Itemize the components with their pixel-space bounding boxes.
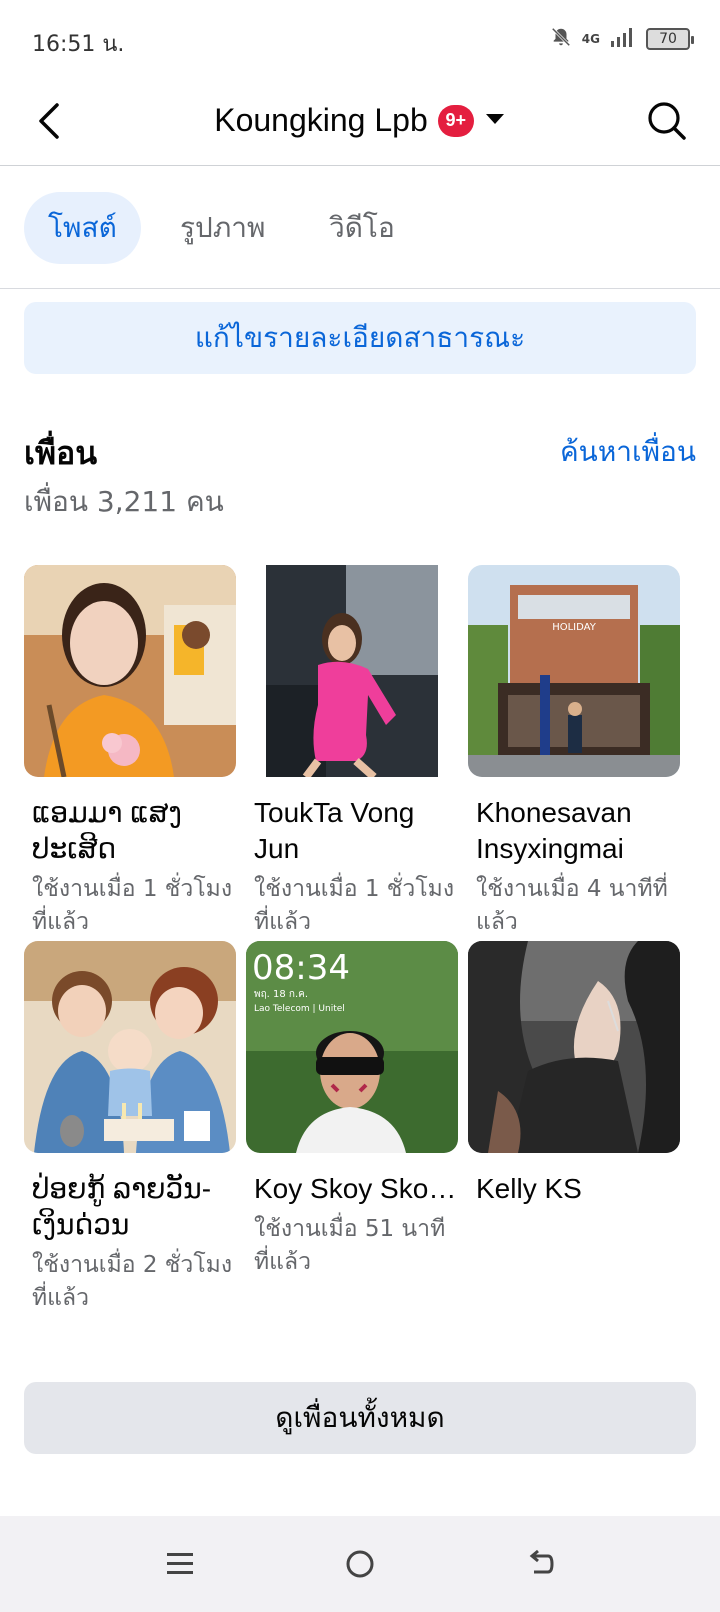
friend-photo[interactable] bbox=[246, 565, 458, 777]
find-friends-link[interactable]: ค้นหาเพื่อน bbox=[560, 430, 696, 474]
lockscreen-clock: 08:34 bbox=[252, 948, 350, 988]
friend-active-status: ใช้งานเมื่อ 1 ชั่วโมงที่แล้ว bbox=[32, 876, 233, 935]
menu-lines-icon bbox=[167, 1553, 193, 1574]
recent-apps-button[interactable] bbox=[156, 1540, 204, 1588]
friend-card[interactable]: ToukTa Vong Jun ใช้งานเมื่อ 1 ชั่วโมงที่… bbox=[246, 565, 458, 939]
friend-card[interactable]: HOLIDAY Khonesavan Insyxingmai ใช้งานเมื… bbox=[468, 565, 680, 939]
friend-active-status: ใช้งานเมื่อ 2 ชั่วโมงที่แล้ว bbox=[32, 1252, 233, 1311]
signal-icon bbox=[610, 27, 636, 51]
status-time: 16:51 น. bbox=[32, 32, 125, 57]
app-bar: Koungking Lpb 9+ bbox=[0, 80, 720, 166]
search-button[interactable] bbox=[644, 98, 690, 144]
friend-photo[interactable]: HOLIDAY bbox=[468, 565, 680, 777]
lockscreen-date: พฤ. 18 ก.ค. bbox=[254, 989, 308, 1000]
bell-muted-icon bbox=[550, 26, 572, 52]
lockscreen-carrier: Lao Telecom | Unitel bbox=[254, 1004, 345, 1014]
system-nav-bar bbox=[0, 1516, 720, 1612]
friend-name[interactable]: ປ່ອຍກູ້ ລາຍວັນ-ເງິນດ່ວນ bbox=[24, 1171, 236, 1243]
network-type: 4G bbox=[581, 32, 600, 46]
friend-card[interactable]: ແອມມາ ແສງ ປະເສີດ ใช้งานเมื่อ 1 ชั่วโมงที… bbox=[24, 565, 236, 939]
back-nav-button[interactable] bbox=[516, 1540, 564, 1588]
friend-name[interactable]: ToukTa Vong Jun bbox=[246, 795, 458, 867]
see-all-friends-button[interactable]: ดูเพื่อนทั้งหมด bbox=[24, 1382, 696, 1454]
friend-photo[interactable] bbox=[468, 941, 680, 1153]
friend-name[interactable]: Kelly KS bbox=[468, 1171, 680, 1207]
friend-name[interactable]: Koy Skoy Skoy Sitthiduanglu... bbox=[246, 1171, 458, 1207]
friend-name[interactable]: Khonesavan Insyxingmai bbox=[468, 795, 680, 867]
tab-photos[interactable]: รูปภาพ bbox=[156, 192, 289, 264]
battery-icon: 70 bbox=[646, 28, 694, 50]
status-bar: 16:51 น. 4G 70 bbox=[0, 0, 720, 80]
home-circle-icon bbox=[346, 1550, 374, 1578]
friends-heading: เพื่อน bbox=[24, 434, 98, 472]
tab-videos[interactable]: วิดีโอ bbox=[305, 192, 419, 264]
friend-card[interactable]: 08:34 พฤ. 18 ก.ค. Lao Telecom | Unitel K… bbox=[246, 941, 458, 1279]
status-icons: 4G 70 bbox=[550, 26, 694, 52]
friend-photo[interactable] bbox=[24, 941, 236, 1153]
home-button[interactable] bbox=[336, 1540, 384, 1588]
page-title: Koungking Lpb bbox=[214, 102, 428, 138]
friend-card[interactable]: Kelly KS bbox=[468, 941, 680, 1207]
back-nav-icon bbox=[529, 1549, 554, 1574]
caret-down-icon bbox=[484, 111, 506, 130]
tab-posts[interactable]: โพสต์ bbox=[24, 192, 141, 264]
holiday-sign-text: HOLIDAY bbox=[552, 622, 597, 633]
search-icon bbox=[648, 102, 686, 140]
profile-switcher[interactable]: Koungking Lpb 9+ bbox=[0, 102, 720, 139]
notification-badge: 9+ bbox=[437, 104, 474, 137]
friend-photo[interactable]: 08:34 พฤ. 18 ก.ค. Lao Telecom | Unitel bbox=[246, 941, 458, 1153]
friend-card[interactable]: ປ່ອຍກູ້ ລາຍວັນ-ເງິນດ່ວນ ใช้งานเมื่อ 2 ชั… bbox=[24, 941, 236, 1315]
profile-tabs: โพสต์ รูปภาพ วิดีโอ bbox=[0, 167, 720, 289]
friend-name[interactable]: ແອມມາ ແສງ ປະເສີດ bbox=[24, 795, 236, 867]
friend-active-status: ใช้งานเมื่อ 4 นาทีที่แล้ว bbox=[476, 876, 668, 935]
friend-active-status: ใช้งานเมื่อ 51 นาทีที่แล้ว bbox=[254, 1216, 446, 1275]
friend-active-status: ใช้งานเมื่อ 1 ชั่วโมงที่แล้ว bbox=[254, 876, 455, 935]
edit-public-details-button[interactable]: แก้ไขรายละเอียดสาธารณะ bbox=[24, 302, 696, 374]
friend-photo[interactable] bbox=[24, 565, 236, 777]
friends-count: เพื่อน 3,211 คน bbox=[24, 485, 224, 518]
